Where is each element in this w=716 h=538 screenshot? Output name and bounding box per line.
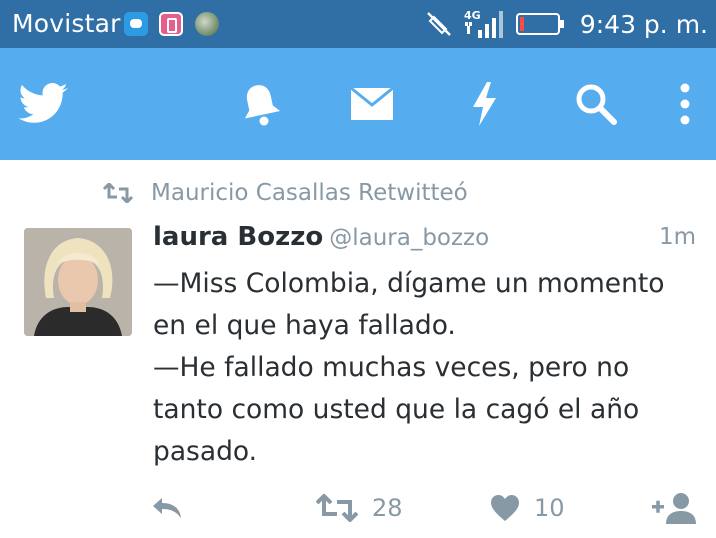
retweet-context: Mauricio Casallas Retwitteó [103,180,468,206]
tweet-text: —Miss Colombia, dígame un momento en el … [153,263,709,473]
tweet-timestamp: 1m [658,224,696,250]
tweet-text-line: tanto como usted que la cagó el año [153,394,640,425]
vibrate-mute-icon [426,12,451,36]
network-type: 4G [464,9,481,22]
envelope-icon[interactable] [346,78,398,130]
status-clock: 9:43 p. m. [579,9,708,39]
tweet-actions: 28 10 [0,488,716,528]
like-count: 10 [534,494,565,522]
photo-notification-icon [195,12,219,36]
heart-icon [491,495,519,521]
like-button[interactable]: 10 [490,488,565,528]
lightning-icon[interactable] [458,78,510,130]
tweet-text-line: pasado. [153,436,258,467]
retweet-button[interactable]: 28 [316,488,403,528]
retweet-count: 28 [372,494,403,522]
signal-icon: 4G [464,9,503,38]
follow-button[interactable] [652,488,698,528]
search-icon[interactable] [570,78,622,130]
retweeted-by-label[interactable]: Mauricio Casallas Retwitteó [151,180,468,206]
author-handle[interactable]: @laura_bozzo [329,225,489,251]
instagram-notification-icon [159,12,183,36]
tweet-text-line: en el que haya fallado. [153,310,456,341]
reply-button[interactable] [150,488,184,528]
add-user-icon [652,493,696,524]
app-bar [0,48,716,160]
battery-icon [515,13,564,35]
status-bar: Movistar 4G 9:43 p. m. [0,0,716,48]
overflow-menu-icon[interactable] [660,78,710,130]
carrier-name: Movistar [12,9,121,38]
author-name[interactable]: laura Bozzo [153,222,323,252]
tweet-text-line: —Miss Colombia, dígame un momento [153,268,665,299]
messenger-notification-icon [124,12,148,36]
avatar[interactable] [24,228,132,336]
tweet-author[interactable]: laura Bozzo @laura_bozzo [153,222,489,252]
retweet-icon [316,494,358,522]
twitter-bird-icon[interactable] [18,78,70,130]
reply-icon [153,498,181,518]
bell-icon[interactable] [234,78,286,130]
tweet-text-line: —He fallado muchas veces, pero no [153,352,630,383]
retweet-small-icon [103,183,133,203]
